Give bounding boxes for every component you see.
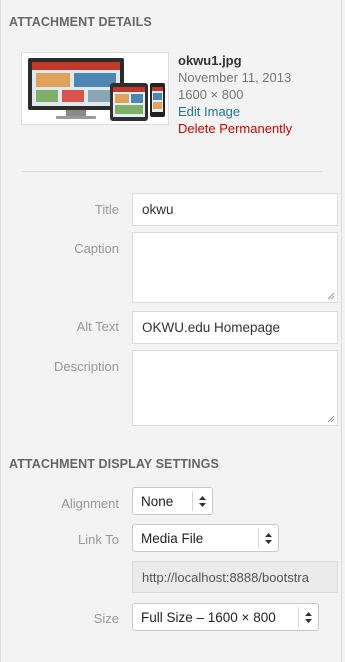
description-label: Description <box>53 359 119 374</box>
caption-label: Caption <box>74 241 119 256</box>
attachment-filename: okwu1.jpg <box>178 53 242 68</box>
link-to-label: Link To <box>78 532 119 547</box>
size-label: Size <box>93 611 119 626</box>
link-to-select[interactable]: Media File <box>132 524 279 552</box>
size-value: Full Size – 1600 × 800 <box>141 609 276 625</box>
select-arrows-icon <box>258 528 278 548</box>
title-label: Title <box>94 202 119 217</box>
attachment-details-heading: Attachment Details <box>9 15 152 29</box>
alignment-value: None <box>141 493 174 509</box>
select-arrows-icon <box>192 491 212 511</box>
description-field[interactable] <box>132 350 338 426</box>
select-arrows-icon <box>298 607 318 627</box>
attachment-date: November 11, 2013 <box>178 70 292 85</box>
attachment-dimensions: 1600 × 800 <box>178 87 244 102</box>
edit-image-link[interactable]: Edit Image <box>178 103 292 120</box>
link-url-field[interactable]: http://localhost:8888/bootstra <box>132 561 338 593</box>
caption-resize-grip-icon[interactable] <box>327 292 335 300</box>
attachment-thumbnail[interactable] <box>21 52 169 125</box>
alignment-label: Alignment <box>61 496 119 511</box>
alignment-select[interactable]: None <box>132 487 213 515</box>
responsive-devices-preview-icon <box>22 53 168 124</box>
size-select[interactable]: Full Size – 1600 × 800 <box>132 603 319 631</box>
alt-text-field[interactable]: OKWU.edu Homepage <box>132 311 338 344</box>
description-resize-grip-icon[interactable] <box>327 415 335 423</box>
delete-permanently-link[interactable]: Delete Permanently <box>178 120 292 137</box>
caption-field[interactable] <box>132 232 338 303</box>
alt-text-label: Alt Text <box>76 319 119 334</box>
attachment-details-panel: Attachment Details <box>0 0 342 662</box>
section-divider <box>22 171 323 172</box>
attachment-meta: okwu1.jpg November 11, 2013 1600 × 800 E… <box>178 52 292 137</box>
display-settings-heading: Attachment Display Settings <box>9 457 219 471</box>
link-to-value: Media File <box>141 530 204 546</box>
title-field[interactable]: okwu <box>132 193 338 226</box>
